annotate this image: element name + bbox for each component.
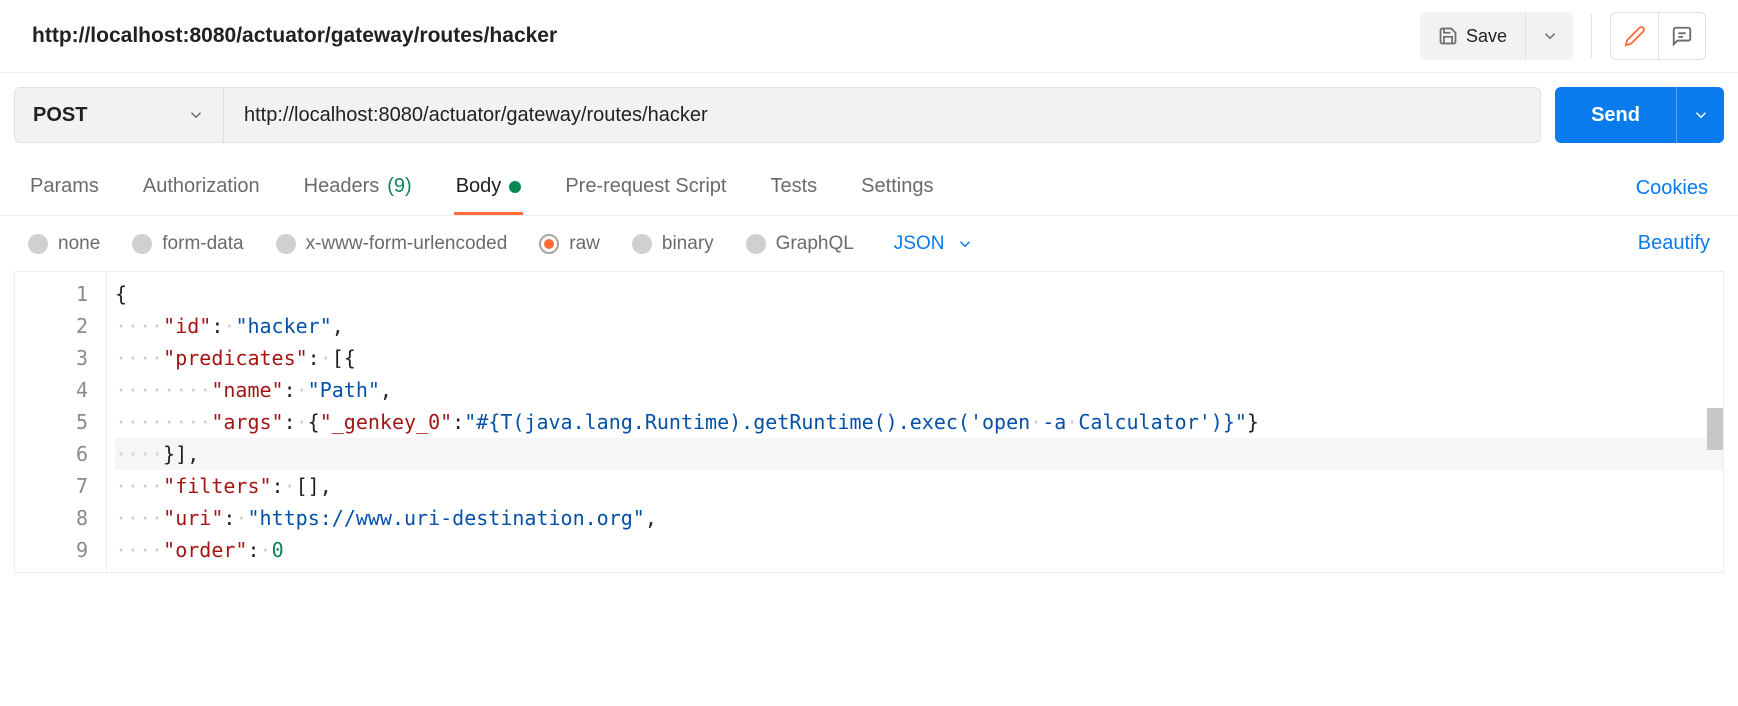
code-line: ····"filters":·[], [115, 470, 1723, 502]
chevron-down-icon [956, 235, 974, 253]
edit-button[interactable] [1610, 12, 1658, 60]
request-title: http://localhost:8080/actuator/gateway/r… [32, 24, 1420, 48]
save-button[interactable]: Save [1420, 12, 1525, 60]
content-type-value: JSON [894, 233, 945, 255]
line-gutter: 123456789 [15, 272, 107, 572]
chevron-down-icon [187, 106, 205, 124]
side-actions [1610, 12, 1706, 60]
save-button-group: Save [1420, 12, 1573, 60]
code-line: { [115, 278, 1723, 310]
chevron-down-icon [1692, 106, 1710, 124]
tab-body-label: Body [456, 175, 502, 198]
line-number: 7 [15, 470, 88, 502]
radio-label: x-www-form-urlencoded [306, 233, 508, 255]
divider [1591, 14, 1592, 58]
cookies-link[interactable]: Cookies [1634, 167, 1710, 214]
pencil-icon [1624, 25, 1646, 47]
body-modified-indicator [509, 181, 521, 193]
beautify-link[interactable]: Beautify [1638, 232, 1710, 255]
radio-icon [132, 234, 152, 254]
radio-icon [276, 234, 296, 254]
tab-tests[interactable]: Tests [768, 165, 819, 215]
radio-icon [539, 234, 559, 254]
line-number: 8 [15, 502, 88, 534]
headers-count: (9) [387, 175, 411, 198]
line-number: 4 [15, 374, 88, 406]
radio-label: none [58, 233, 100, 255]
send-button[interactable]: Send [1555, 87, 1676, 143]
radio-icon [746, 234, 766, 254]
radio-label: form-data [162, 233, 243, 255]
code-area[interactable]: {····"id":·"hacker",····"predicates":·[{… [107, 272, 1723, 572]
chevron-down-icon [1541, 27, 1559, 45]
tab-headers[interactable]: Headers (9) [302, 165, 414, 215]
tab-headers-label: Headers [304, 175, 380, 198]
send-button-group: Send [1555, 87, 1724, 143]
body-editor[interactable]: 123456789 {····"id":·"hacker",····"predi… [14, 271, 1724, 573]
line-number: 9 [15, 534, 88, 566]
radio-icon [28, 234, 48, 254]
request-tabs: Params Authorization Headers (9) Body Pr… [0, 157, 1738, 216]
radio-icon [632, 234, 652, 254]
body-type-none[interactable]: none [28, 233, 100, 255]
tab-params[interactable]: Params [28, 165, 101, 215]
line-number: 2 [15, 310, 88, 342]
body-type-row: none form-data x-www-form-urlencoded raw… [0, 216, 1738, 271]
code-line: ········"args":·{"_genkey_0":"#{T(java.l… [115, 406, 1723, 438]
content-type-select[interactable]: JSON [894, 233, 975, 255]
save-label: Save [1466, 26, 1507, 47]
line-number: 1 [15, 278, 88, 310]
tab-authorization[interactable]: Authorization [141, 165, 262, 215]
code-line: ····"uri":·"https://www.uri-destination.… [115, 502, 1723, 534]
http-method-value: POST [33, 104, 87, 127]
code-line: ····"predicates":·[{ [115, 342, 1723, 374]
save-dropdown[interactable] [1525, 12, 1573, 60]
request-line: POST Send [0, 73, 1738, 157]
radio-label: GraphQL [776, 233, 854, 255]
radio-label: raw [569, 233, 600, 255]
save-icon [1438, 26, 1458, 46]
line-number: 3 [15, 342, 88, 374]
comment-icon [1671, 25, 1693, 47]
code-line: ····"order":·0 [115, 534, 1723, 566]
body-type-formdata[interactable]: form-data [132, 233, 243, 255]
radio-label: binary [662, 233, 714, 255]
line-number: 5 [15, 406, 88, 438]
url-input[interactable] [224, 87, 1541, 143]
send-dropdown[interactable] [1676, 87, 1724, 143]
header-actions: Save [1420, 12, 1706, 60]
tab-settings[interactable]: Settings [859, 165, 935, 215]
line-number: 6 [15, 438, 88, 470]
http-method-select[interactable]: POST [14, 87, 224, 143]
tab-prerequest[interactable]: Pre-request Script [563, 165, 728, 215]
body-type-binary[interactable]: binary [632, 233, 714, 255]
code-line: ········"name":·"Path", [115, 374, 1723, 406]
request-header: http://localhost:8080/actuator/gateway/r… [0, 0, 1738, 73]
body-type-urlencoded[interactable]: x-www-form-urlencoded [276, 233, 508, 255]
comment-button[interactable] [1658, 12, 1706, 60]
scrollbar-thumb[interactable] [1707, 408, 1723, 450]
code-line: ····}], [115, 438, 1723, 470]
body-type-raw[interactable]: raw [539, 233, 600, 255]
code-line: ····"id":·"hacker", [115, 310, 1723, 342]
tab-body[interactable]: Body [454, 165, 524, 215]
body-type-graphql[interactable]: GraphQL [746, 233, 854, 255]
